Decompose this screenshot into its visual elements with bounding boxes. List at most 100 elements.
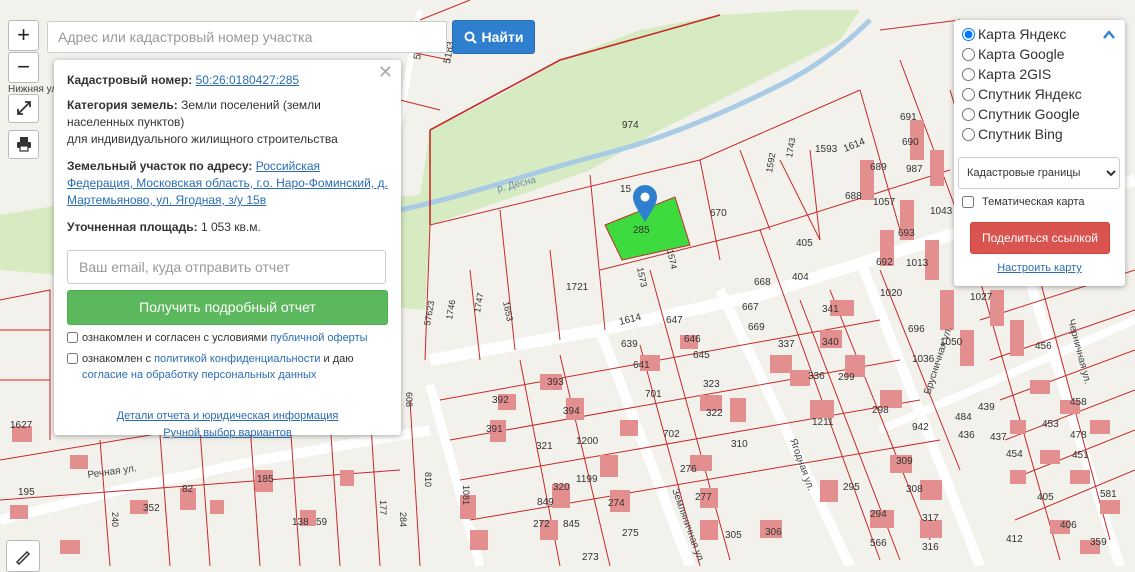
- svg-text:689: 689: [870, 162, 887, 173]
- manual-selection-link[interactable]: Ручной выбор вариантов: [163, 427, 291, 439]
- svg-text:1057: 1057: [873, 197, 896, 208]
- public-offer-link[interactable]: публичной оферты: [270, 332, 367, 344]
- layer-radio[interactable]: [962, 87, 975, 101]
- svg-text:641: 641: [633, 360, 650, 371]
- svg-text:701: 701: [645, 389, 662, 400]
- layer-radio[interactable]: [962, 127, 975, 141]
- report-details-link[interactable]: Детали отчета и юридическая информация: [117, 410, 339, 422]
- svg-text:298: 298: [872, 405, 889, 416]
- svg-text:670: 670: [710, 208, 727, 219]
- offer-consent-text: ознакомлен и согласен с условиями: [82, 332, 268, 344]
- privacy-policy-link[interactable]: политикой конфиденциальности: [154, 353, 320, 365]
- svg-text:299: 299: [838, 372, 855, 383]
- layer-option-google-satellite[interactable]: Спутник Google: [954, 104, 1125, 124]
- svg-text:294: 294: [870, 509, 887, 520]
- svg-text:138: 138: [292, 517, 309, 528]
- svg-text:437: 437: [990, 432, 1007, 443]
- privacy-checkbox[interactable]: [67, 353, 78, 364]
- svg-text:696: 696: [908, 324, 925, 335]
- search-button-label: Найти: [481, 29, 524, 45]
- overlay-select[interactable]: Кадастровые границы: [958, 157, 1120, 189]
- svg-text:393: 393: [547, 377, 564, 388]
- svg-text:458: 458: [1070, 397, 1087, 408]
- svg-text:295: 295: [843, 482, 860, 493]
- svg-text:669: 669: [748, 322, 765, 333]
- expand-icon: [16, 101, 31, 115]
- layer-option-bing-satellite[interactable]: Спутник Bing: [954, 124, 1125, 144]
- search-button[interactable]: Найти: [452, 20, 535, 54]
- chevron-up-icon[interactable]: [1103, 26, 1115, 42]
- svg-text:942: 942: [912, 422, 929, 433]
- svg-text:15: 15: [620, 184, 632, 195]
- svg-text:340: 340: [822, 337, 839, 348]
- svg-text:337: 337: [778, 339, 795, 350]
- privacy-consent-text: ознакомлен с: [82, 353, 152, 365]
- printer-icon: [16, 137, 31, 152]
- offer-checkbox[interactable]: [67, 332, 78, 343]
- thematic-map-toggle[interactable]: Тематическая карта: [962, 196, 1084, 208]
- search-input[interactable]: [47, 21, 447, 53]
- layer-option-yandex-satellite[interactable]: Спутник Яндекс: [954, 84, 1125, 104]
- offer-consent: ознакомлен и согласен с условиями публич…: [67, 330, 388, 346]
- svg-text:974: 974: [622, 120, 639, 131]
- svg-text:320: 320: [553, 482, 570, 493]
- svg-text:406: 406: [1060, 520, 1077, 531]
- layer-option-2gis-map[interactable]: Карта 2GIS: [954, 64, 1125, 84]
- svg-text:276: 276: [680, 464, 697, 475]
- get-report-button[interactable]: Получить подробный отчет: [67, 290, 388, 325]
- thematic-checkbox[interactable]: [962, 196, 974, 208]
- svg-text:310: 310: [731, 439, 748, 450]
- share-link-button[interactable]: Поделиться ссылкой: [970, 222, 1110, 254]
- address-label: Земельный участок по адресу:: [67, 159, 253, 173]
- svg-text:453: 453: [1042, 419, 1059, 430]
- close-icon[interactable]: ✕: [378, 63, 393, 81]
- svg-text:404: 404: [792, 272, 809, 283]
- svg-text:323: 323: [703, 379, 720, 390]
- personal-data-consent-link[interactable]: согласие на обработку персональных данны…: [82, 369, 316, 381]
- svg-text:412: 412: [1006, 534, 1023, 545]
- svg-text:692: 692: [876, 257, 893, 268]
- print-button[interactable]: [8, 130, 39, 159]
- svg-text:810: 810: [423, 472, 433, 487]
- layer-radio[interactable]: [962, 27, 975, 41]
- svg-text:284: 284: [398, 512, 408, 527]
- layer-radio[interactable]: [962, 107, 975, 121]
- cadastral-number-label: Кадастровый номер:: [67, 73, 193, 87]
- cadastral-number-link[interactable]: 50:26:0180427:285: [196, 73, 299, 87]
- ruler-button[interactable]: [6, 540, 40, 572]
- svg-text:1027: 1027: [970, 292, 993, 303]
- layer-option-google-map[interactable]: Карта Google: [954, 44, 1125, 64]
- svg-text:305: 305: [725, 530, 742, 541]
- fullscreen-button[interactable]: [8, 94, 39, 123]
- layer-radio[interactable]: [962, 47, 975, 61]
- svg-text:439: 439: [978, 402, 995, 413]
- svg-text:1211: 1211: [812, 417, 834, 428]
- privacy-consent: ознакомлен с политикой конфиденциальност…: [67, 351, 388, 383]
- zoom-out-button[interactable]: −: [8, 52, 39, 83]
- svg-text:322: 322: [706, 408, 723, 419]
- svg-text:668: 668: [754, 277, 771, 288]
- layer-radio[interactable]: [962, 67, 975, 81]
- svg-text:688: 688: [845, 191, 862, 202]
- svg-text:849: 849: [537, 497, 554, 508]
- layer-option-yandex-map[interactable]: Карта Яндекс: [954, 24, 1125, 44]
- zoom-in-button[interactable]: +: [8, 20, 39, 51]
- svg-text:309: 309: [896, 456, 913, 467]
- svg-text:352: 352: [143, 503, 160, 514]
- svg-text:484: 484: [955, 412, 972, 423]
- svg-text:359: 359: [1090, 537, 1107, 548]
- svg-text:645: 645: [693, 350, 710, 361]
- svg-text:1627: 1627: [10, 420, 33, 431]
- svg-text:1043: 1043: [930, 206, 953, 217]
- email-input[interactable]: [67, 250, 386, 284]
- svg-text:1020: 1020: [880, 288, 903, 299]
- svg-text:336: 336: [808, 371, 825, 382]
- svg-text:306: 306: [765, 527, 782, 538]
- svg-text:391: 391: [486, 424, 503, 435]
- search-icon: [464, 31, 477, 44]
- configure-map-link[interactable]: Настроить карту: [954, 262, 1125, 274]
- svg-text:272: 272: [533, 519, 550, 530]
- svg-text:185: 185: [257, 474, 274, 485]
- svg-text:608: 608: [404, 392, 414, 407]
- svg-text:59: 59: [316, 517, 328, 528]
